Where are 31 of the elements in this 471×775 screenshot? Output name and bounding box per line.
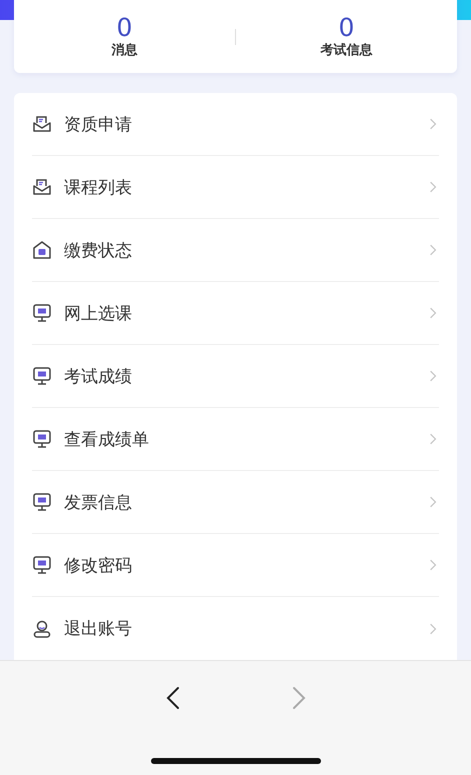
chevron-right-icon xyxy=(429,622,437,636)
monitor-icon xyxy=(32,555,52,575)
chevron-right-icon xyxy=(429,432,437,446)
chevron-right-icon xyxy=(429,243,437,257)
monitor-icon xyxy=(32,429,52,449)
menu-item[interactable]: 课程列表 xyxy=(32,156,439,219)
menu-item[interactable]: 查看成绩单 xyxy=(32,408,439,471)
menu-item[interactable]: 退出账号 xyxy=(32,597,439,660)
envelope-icon xyxy=(32,114,52,134)
stat-label[interactable]: 消息 xyxy=(112,42,138,60)
chevron-right-icon xyxy=(429,180,437,194)
menu-item[interactable]: 发票信息 xyxy=(32,471,439,534)
menu-item[interactable]: 资质申请 xyxy=(32,93,439,156)
user-icon xyxy=(32,618,52,638)
chevron-right-icon xyxy=(429,558,437,572)
monitor-icon xyxy=(32,366,52,386)
menu-item[interactable]: 缴费状态 xyxy=(32,219,439,282)
chevron-right-icon xyxy=(429,495,437,509)
stat-count: 0 xyxy=(116,14,132,42)
stat-label[interactable]: 考试信息 xyxy=(320,42,372,60)
back-icon[interactable] xyxy=(166,686,180,710)
envelope-icon xyxy=(32,177,52,197)
stat-count: 0 xyxy=(338,14,354,42)
menu-item[interactable]: 考试成绩 xyxy=(32,345,439,408)
menu-item[interactable]: 网上选课 xyxy=(32,282,439,345)
monitor-icon xyxy=(32,303,52,323)
monitor-icon xyxy=(32,492,52,512)
menu-item[interactable]: 修改密码 xyxy=(32,534,439,597)
chevron-right-icon xyxy=(429,369,437,383)
chevron-right-icon xyxy=(429,306,437,320)
chevron-right-icon xyxy=(429,117,437,131)
